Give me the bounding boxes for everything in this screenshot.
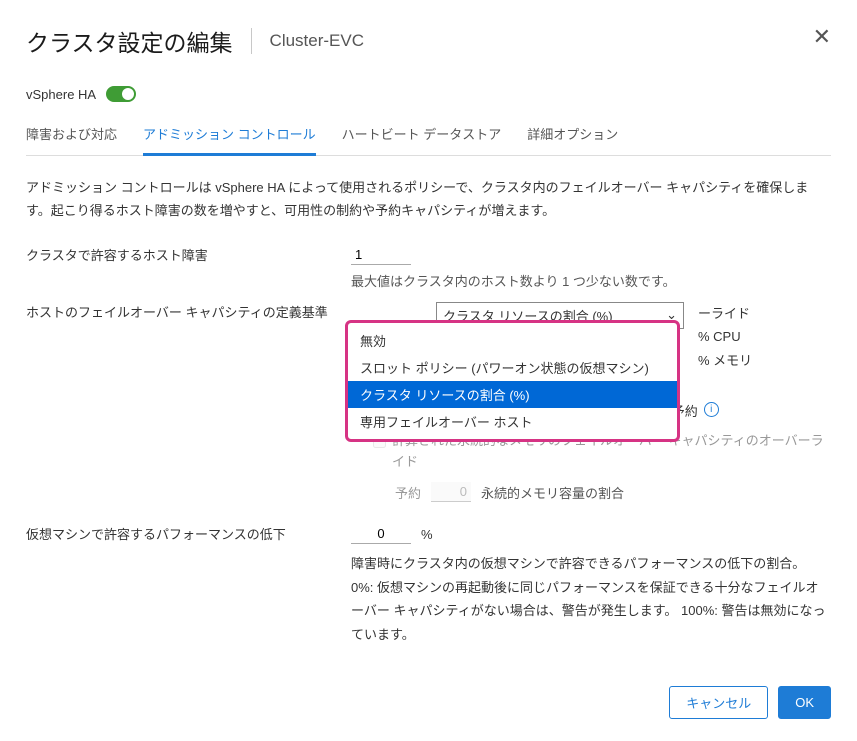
- obscured-cpu: % CPU: [698, 325, 752, 348]
- obscured-memory: % メモリ: [698, 349, 752, 372]
- reserve-input: [431, 482, 471, 502]
- option-dedicated-host[interactable]: 専用フェイルオーバー ホスト: [348, 408, 677, 435]
- vsphere-ha-label: vSphere HA: [26, 87, 96, 102]
- admission-description: アドミッション コントロールは vSphere HA によって使用されるポリシー…: [26, 176, 831, 223]
- cluster-name: Cluster-EVC: [270, 31, 364, 51]
- reserve-suffix: 永続的メモリ容量の割合: [481, 483, 624, 502]
- option-disabled[interactable]: 無効: [348, 327, 677, 354]
- perf-suffix: %: [421, 527, 433, 542]
- toggle-knob: [122, 88, 134, 100]
- option-percentage[interactable]: クラスタ リソースの割合 (%): [348, 381, 677, 408]
- tab-admission-control[interactable]: アドミッション コントロール: [143, 124, 316, 156]
- capacity-def-label: ホストのフェイルオーバー キャパシティの定義基準: [26, 302, 351, 324]
- tab-heartbeat[interactable]: ハートビート データストア: [342, 124, 502, 155]
- title-separator: [251, 28, 252, 54]
- perf-degradation-label: 仮想マシンで許容するパフォーマンスの低下: [26, 524, 351, 546]
- close-icon[interactable]: ✕: [813, 26, 831, 48]
- ok-button[interactable]: OK: [778, 686, 831, 719]
- perf-degradation-input[interactable]: [351, 524, 411, 544]
- obscured-override: ーライド: [698, 302, 752, 325]
- reserve-label: 予約: [395, 483, 421, 502]
- tab-failures[interactable]: 障害および対応: [26, 124, 117, 155]
- perf-description: 障害時にクラスタ内の仮想マシンで許容できるパフォーマンスの低下の割合。 0%: …: [351, 552, 831, 646]
- cancel-button[interactable]: キャンセル: [669, 686, 768, 719]
- host-failures-hint: 最大値はクラスタ内のホスト数より 1 つ少ない数です。: [351, 271, 831, 290]
- dialog-title: クラスタ設定の編集: [26, 24, 233, 58]
- info-icon[interactable]: i: [704, 402, 719, 417]
- vsphere-ha-toggle[interactable]: [106, 86, 136, 102]
- tab-advanced[interactable]: 詳細オプション: [527, 124, 618, 155]
- capacity-def-dropdown: 無効 スロット ポリシー (パワーオン状態の仮想マシン) クラスタ リソースの割…: [345, 320, 680, 442]
- option-slot-policy[interactable]: スロット ポリシー (パワーオン状態の仮想マシン): [348, 354, 677, 381]
- host-failures-label: クラスタで許容するホスト障害: [26, 245, 351, 267]
- host-failures-input[interactable]: [351, 245, 411, 265]
